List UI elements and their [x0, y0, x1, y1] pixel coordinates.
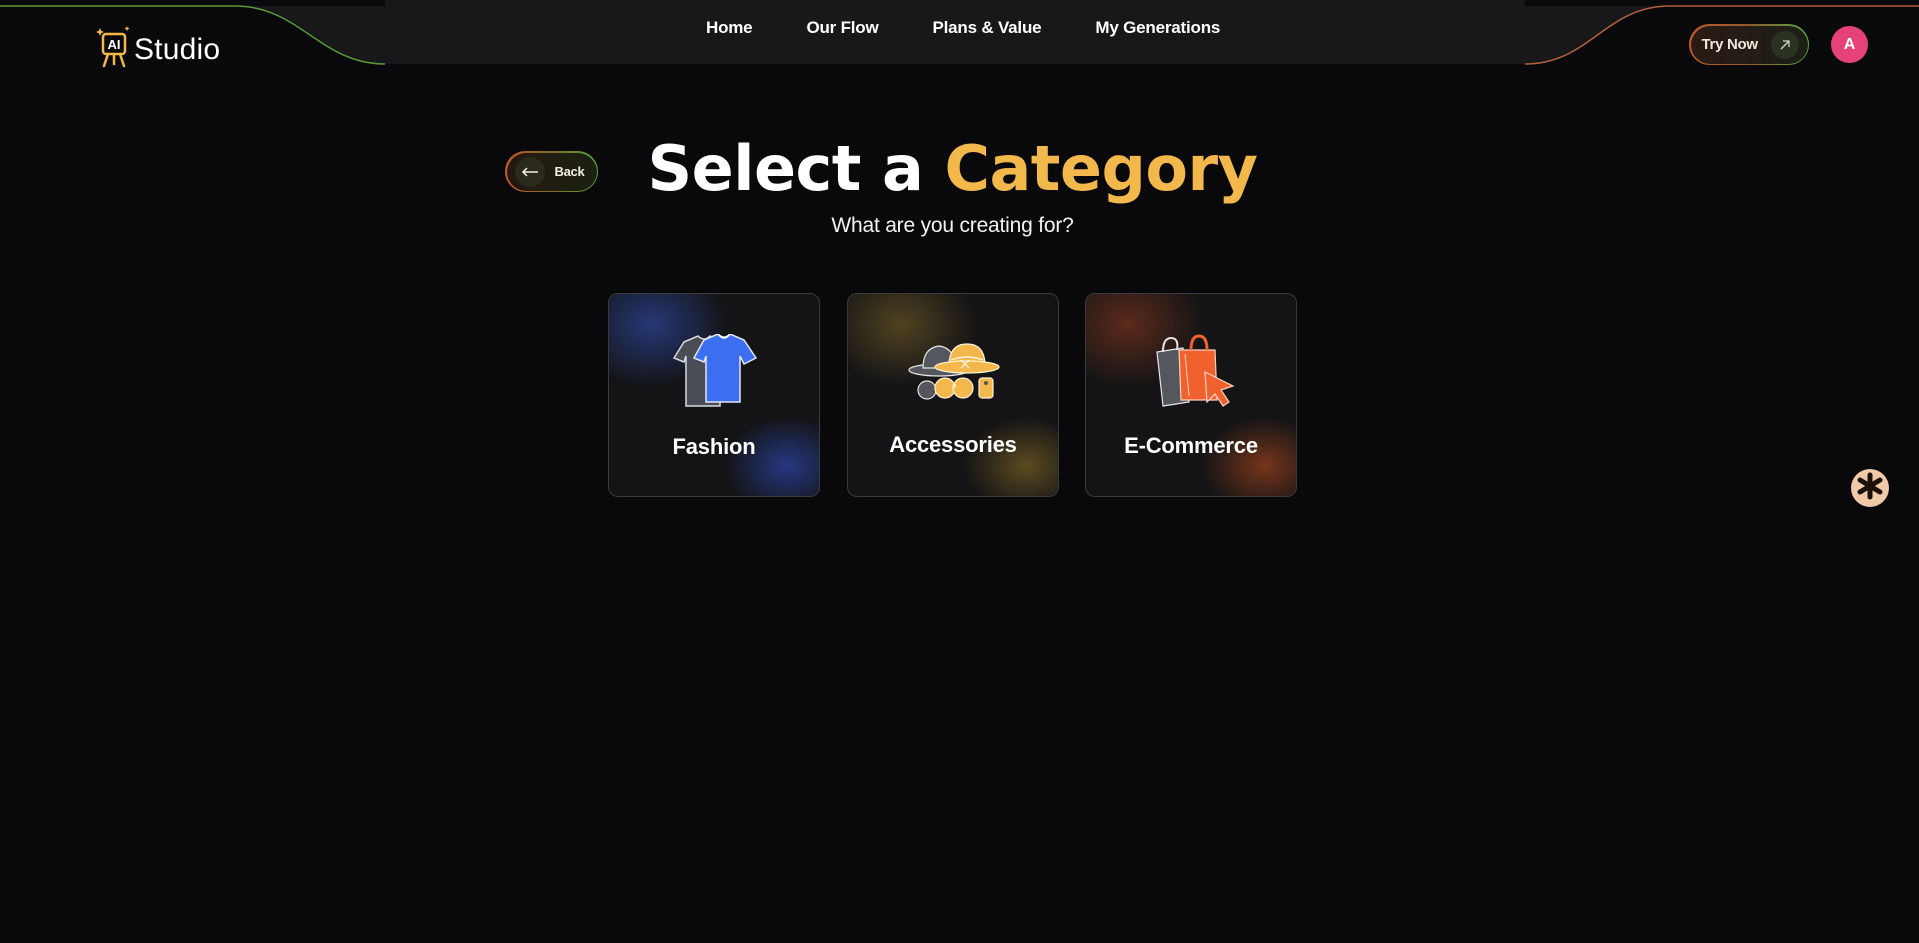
user-avatar[interactable]: A — [1831, 26, 1868, 63]
nav-plans-value[interactable]: Plans & Value — [933, 18, 1042, 38]
nav-our-flow[interactable]: Our Flow — [806, 18, 878, 38]
floating-help-button[interactable] — [1851, 469, 1889, 507]
arrow-up-right-icon — [1771, 31, 1799, 59]
asterisk-icon — [1856, 472, 1884, 505]
page-subtitle: What are you creating for? — [831, 214, 1074, 237]
page-title-part1: Select a — [647, 132, 924, 205]
ai-easel-logo-icon: AI — [94, 24, 134, 68]
header: AI Studio Home Our Flow Plans & Value My… — [0, 0, 1919, 68]
category-label-ecommerce: E-Commerce — [1124, 433, 1258, 458]
try-now-label: Try Now — [1701, 36, 1759, 53]
category-card-accessories[interactable]: Accessories — [847, 293, 1059, 497]
tshirt-icon — [664, 333, 764, 415]
main-nav: Home Our Flow Plans & Value My Generatio… — [706, 18, 1220, 38]
brand-logo[interactable]: AI Studio — [94, 22, 220, 68]
brand-name: Studio — [134, 33, 221, 66]
shopping-bag-icon — [1143, 334, 1239, 413]
logo-badge-text: AI — [108, 37, 121, 52]
category-label-fashion: Fashion — [672, 434, 756, 459]
page-title: Select a Category — [0, 134, 1905, 204]
category-card-fashion[interactable]: Fashion — [608, 293, 820, 497]
nav-home[interactable]: Home — [706, 18, 753, 38]
category-card-ecommerce[interactable]: E-Commerce — [1085, 293, 1297, 497]
page-title-part2: Category — [944, 132, 1258, 205]
nav-my-generations[interactable]: My Generations — [1095, 18, 1220, 38]
hat-sunglasses-icon — [905, 334, 1001, 411]
category-label-accessories: Accessories — [889, 432, 1017, 457]
try-now-button[interactable]: Try Now — [1689, 24, 1809, 65]
page: AI Studio Home Our Flow Plans & Value My… — [0, 0, 1919, 943]
